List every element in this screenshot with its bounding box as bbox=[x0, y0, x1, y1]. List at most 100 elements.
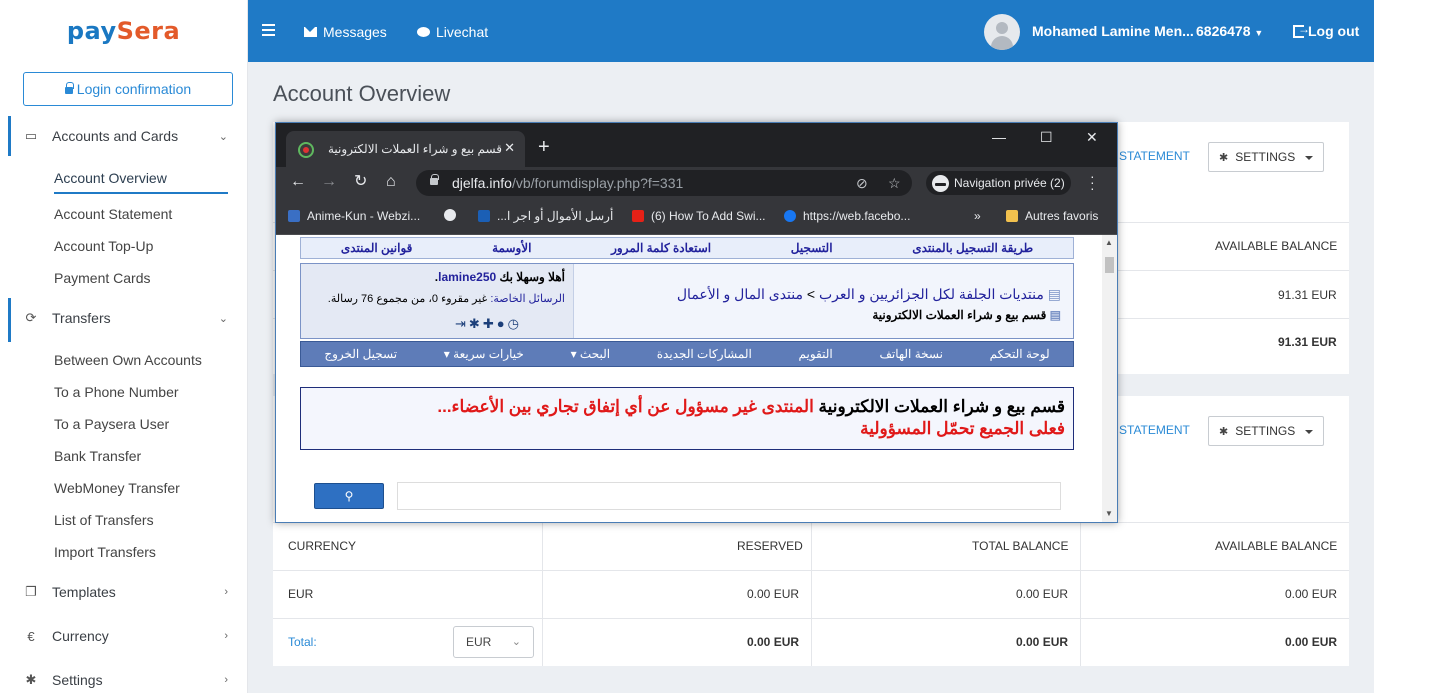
browser-window[interactable]: قسم بيع و شراء العملات الالكترونية ✕ + —… bbox=[275, 122, 1118, 523]
user-id-dropdown[interactable]: 6826478 ▼ bbox=[1196, 23, 1263, 39]
copy-icon: ❐ bbox=[25, 584, 37, 599]
scroll-down-icon[interactable]: ▼ bbox=[1105, 509, 1113, 518]
globe-icon bbox=[444, 209, 456, 221]
home-icon[interactable]: ⌂ bbox=[386, 174, 396, 190]
bookmark-globe[interactable] bbox=[444, 209, 463, 221]
scroll-up-icon[interactable]: ▲ bbox=[1105, 238, 1113, 247]
browser-tab[interactable]: قسم بيع و شراء العملات الالكترونية ✕ bbox=[286, 131, 525, 167]
forum-nav-logout[interactable]: تسجيل الخروج bbox=[324, 347, 397, 361]
breadcrumb-root[interactable]: منتديات الجلفة لكل الجزائريين و العرب bbox=[819, 286, 1044, 302]
forum-nav-quick-options[interactable]: خيارات سريعة ▾ bbox=[444, 347, 524, 361]
forum-nav-control-panel[interactable]: لوحة التحكم bbox=[990, 347, 1050, 361]
forum-link-register[interactable]: التسجيل bbox=[791, 241, 833, 255]
sidebar-item-to-phone-number[interactable]: To a Phone Number bbox=[54, 384, 179, 400]
row-reserved: 0.00 EUR bbox=[747, 587, 800, 601]
sidebar-item-import-transfers[interactable]: Import Transfers bbox=[54, 544, 156, 560]
sidebar-item-to-paysera-user[interactable]: To a Paysera User bbox=[54, 416, 169, 432]
forum-link-registration-guide[interactable]: طريقة التسجيل بالمنتدى bbox=[912, 241, 1033, 255]
page-margin bbox=[1374, 0, 1435, 693]
more-menu-icon[interactable]: · · · bbox=[1090, 169, 1095, 195]
forum-breadcrumb: ▤ منتديات الجلفة لكل الجزائريين و العرب … bbox=[676, 286, 1061, 302]
sidebar-item-account-top-up[interactable]: Account Top-Up bbox=[54, 238, 153, 254]
caret-down-icon bbox=[1305, 156, 1313, 160]
minimize-icon[interactable]: — bbox=[992, 129, 1006, 145]
forward-icon[interactable]: → bbox=[321, 174, 337, 190]
maximize-icon[interactable]: ☐ bbox=[1040, 129, 1053, 146]
messages-link[interactable]: Messages bbox=[304, 24, 387, 40]
forum-nav-search[interactable]: البحث ▾ bbox=[571, 347, 611, 361]
tracking-blocked-icon[interactable]: ⊘ bbox=[856, 175, 868, 192]
close-tab-icon[interactable]: ✕ bbox=[504, 140, 515, 156]
bookmark-other-favorites[interactable]: Autres favoris bbox=[1006, 209, 1098, 223]
incognito-indicator[interactable]: Navigation privée (2) bbox=[926, 171, 1071, 195]
menu-templates[interactable]: ❐ Templates › bbox=[0, 572, 248, 612]
forum-nav-calendar[interactable]: التقويم bbox=[799, 347, 833, 361]
private-messages-link[interactable]: الرسائل الخاصة: bbox=[490, 293, 565, 305]
sidebar-item-webmoney-transfer[interactable]: WebMoney Transfer bbox=[54, 480, 180, 496]
browser-scrollbar[interactable]: ▲ ▼ bbox=[1102, 235, 1117, 522]
browser-viewport: طريقة التسجيل بالمنتدى التسجيل استعادة ك… bbox=[276, 235, 1102, 522]
sidebar-item-list-of-transfers[interactable]: List of Transfers bbox=[54, 512, 154, 528]
settings-button[interactable]: ✱ SETTINGS bbox=[1208, 416, 1324, 446]
menu-currency[interactable]: € Currency › bbox=[0, 616, 248, 656]
col-currency: CURRENCY bbox=[288, 539, 357, 553]
logout-button[interactable]: Log out bbox=[1293, 22, 1359, 39]
browser-titlebar[interactable]: قسم بيع و شراء العملات الالكترونية ✕ + —… bbox=[276, 123, 1117, 167]
menu-transfers[interactable]: ⟳ Transfers ⌄ bbox=[0, 298, 248, 338]
transfer-icon: ⟳ bbox=[25, 310, 37, 325]
paysera-logo[interactable]: pay Sera bbox=[0, 0, 247, 62]
add-user-icon[interactable]: ✚ bbox=[483, 316, 497, 331]
statement-link[interactable]: STATEMENT bbox=[1119, 149, 1190, 163]
scroll-thumb[interactable] bbox=[1105, 257, 1114, 273]
avatar[interactable] bbox=[984, 14, 1020, 50]
settings-button[interactable]: ✱ SETTINGS bbox=[1208, 142, 1324, 172]
logout-icon[interactable]: ⇥ bbox=[455, 316, 469, 331]
forum-link-medals[interactable]: الأوسمة bbox=[492, 241, 531, 255]
col-available-balance: AVAILABLE BALANCE bbox=[1215, 539, 1338, 553]
total-total-balance: 0.00 EUR bbox=[1016, 635, 1069, 649]
col-reserved: RESERVED bbox=[737, 539, 803, 553]
gear-icon[interactable]: ✱ bbox=[469, 316, 483, 331]
bookmarks-overflow-icon[interactable]: » bbox=[974, 209, 981, 223]
star-icon[interactable]: ☆ bbox=[888, 175, 901, 192]
bookmark-facebook[interactable]: https://web.facebo... bbox=[784, 209, 910, 223]
lock-icon bbox=[64, 81, 74, 94]
sidebar-item-account-statement[interactable]: Account Statement bbox=[54, 206, 172, 222]
sidebar-item-between-own-accounts[interactable]: Between Own Accounts bbox=[54, 352, 202, 368]
user-name[interactable]: Mohamed Lamine Men... bbox=[1032, 23, 1194, 39]
envelope-icon bbox=[304, 27, 317, 37]
chat-icon[interactable]: ● bbox=[497, 316, 508, 331]
forum-search-input[interactable] bbox=[397, 482, 1061, 510]
forum-link-password-recovery[interactable]: استعادة كلمة المرور bbox=[611, 241, 711, 255]
active-item-underline bbox=[54, 192, 228, 194]
menu-settings[interactable]: ✱ Settings › bbox=[0, 660, 248, 693]
login-confirmation-button[interactable]: Login confirmation bbox=[23, 72, 233, 106]
reload-icon[interactable]: ↻ bbox=[354, 174, 367, 190]
menu-accounts-and-cards[interactable]: ▭ Accounts and Cards ⌄ bbox=[0, 116, 248, 156]
sidebar-item-payment-cards[interactable]: Payment Cards bbox=[54, 270, 150, 286]
chevron-down-icon: ⌄ bbox=[511, 636, 521, 648]
forum-navbar: لوحة التحكم نسخة الهاتف التقويم المشاركا… bbox=[300, 341, 1074, 367]
forum-nav-mobile[interactable]: نسخة الهاتف bbox=[879, 347, 943, 361]
statement-link[interactable]: STATEMENT bbox=[1119, 423, 1190, 437]
forum-nav-new-posts[interactable]: المشاركات الجديدة bbox=[657, 347, 752, 361]
forum-search-button[interactable]: ⚲ bbox=[314, 483, 384, 509]
sidebar-item-bank-transfer[interactable]: Bank Transfer bbox=[54, 448, 141, 464]
livechat-link[interactable]: Livechat bbox=[417, 24, 488, 40]
bookmark-youtube[interactable]: (6) How To Add Swi... bbox=[632, 209, 766, 223]
bookmark-paypal[interactable]: أرسل الأموال أو اجر ا... bbox=[478, 209, 613, 223]
sidebar-item-account-overview[interactable]: Account Overview bbox=[54, 170, 167, 186]
logout-icon bbox=[1293, 22, 1310, 38]
close-window-icon[interactable]: ✕ bbox=[1086, 129, 1098, 146]
breadcrumb-forum[interactable]: منتدى المال و الأعمال bbox=[677, 286, 803, 302]
hamburger-menu-icon[interactable] bbox=[262, 24, 275, 39]
clock-icon[interactable]: ◷ bbox=[508, 316, 522, 331]
back-icon[interactable]: ← bbox=[290, 174, 306, 190]
row-available-balance: 0.00 EUR bbox=[1285, 587, 1338, 601]
address-bar[interactable]: djelfa.info/vb/forumdisplay.php?f=331 ⊘ … bbox=[416, 170, 912, 196]
new-tab-icon[interactable]: + bbox=[538, 137, 550, 157]
total-currency-select[interactable]: EUR ⌄ bbox=[453, 626, 534, 658]
forum-username[interactable]: lamine250 bbox=[438, 270, 496, 284]
forum-link-rules[interactable]: قوانين المنتدى bbox=[341, 241, 413, 255]
bookmark-anime-kun[interactable]: Anime-Kun - Webzi... bbox=[288, 209, 420, 223]
